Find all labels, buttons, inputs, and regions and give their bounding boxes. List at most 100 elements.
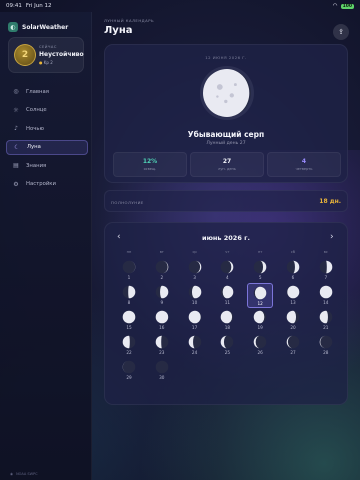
now-kp-line: ● Kp 2 bbox=[39, 60, 53, 65]
calendar-day[interactable]: 7 bbox=[313, 258, 339, 283]
calendar-day[interactable]: 2 bbox=[149, 258, 175, 283]
calendar-day[interactable]: 5 bbox=[247, 258, 273, 283]
calendar-day-number: 26 bbox=[257, 350, 263, 355]
calendar-day[interactable]: 24 bbox=[182, 333, 208, 358]
calendar-day[interactable]: 13 bbox=[280, 283, 306, 308]
moon-phase-icon bbox=[253, 335, 267, 349]
calendar-day[interactable]: 10 bbox=[182, 283, 208, 308]
calendar-day[interactable]: 21 bbox=[313, 308, 339, 333]
sidebar-item-5[interactable]: ⚙ Настройки bbox=[6, 177, 88, 192]
calendar-day[interactable]: 4 bbox=[214, 258, 240, 283]
calendar-day[interactable]: 8 bbox=[116, 283, 142, 308]
sidebar-item-1[interactable]: ☼ Солнце bbox=[6, 103, 88, 118]
calendar-day[interactable]: 11 bbox=[214, 283, 240, 308]
app-logo-icon: ◐ bbox=[8, 22, 18, 32]
moon-phase-icon bbox=[221, 285, 234, 299]
sidebar-footer: ◉ NOAA SWPC bbox=[10, 472, 38, 476]
calendar-day[interactable]: 1 bbox=[116, 258, 142, 283]
next-month-button[interactable]: › bbox=[330, 232, 334, 242]
moon-stats: 12% освещ. 27 лун. день 4 четверть bbox=[113, 152, 341, 177]
calendar-day-number: 21 bbox=[323, 325, 329, 330]
calendar-day[interactable]: 22 bbox=[116, 333, 142, 358]
sidebar: ◐ SolarWeather 2 СЕЙЧАС Неустойчиво ● Kp… bbox=[0, 12, 92, 480]
moon-phase-icon bbox=[155, 335, 169, 349]
moon-phase-icon bbox=[221, 310, 234, 324]
kp-dot-icon: ● bbox=[39, 60, 43, 65]
weekday-label: ср bbox=[192, 250, 197, 254]
calendar-day-number: 4 bbox=[226, 275, 229, 280]
calendar-day-number: 18 bbox=[224, 325, 231, 330]
calendar-day[interactable]: 18 bbox=[214, 308, 240, 333]
calendar-day[interactable]: 25 bbox=[214, 333, 240, 358]
calendar-day[interactable]: 16 bbox=[149, 308, 175, 333]
moon-icon: ☾ bbox=[14, 143, 20, 151]
moon-stat-label: освещ. bbox=[143, 167, 157, 171]
sidebar-item-label: Главная bbox=[26, 88, 49, 95]
moon-phase-icon bbox=[286, 260, 300, 274]
calendar-day[interactable]: 17 bbox=[182, 308, 208, 333]
current-conditions-card[interactable]: 2 СЕЙЧАС Неустойчиво ● Kp 2 bbox=[8, 37, 84, 73]
book-icon: ▤ bbox=[13, 162, 19, 169]
calendar-day[interactable]: 14 bbox=[313, 283, 339, 308]
moon-phase-icon bbox=[155, 310, 169, 324]
now-kp-text: Kp 2 bbox=[43, 60, 53, 65]
calendar-day[interactable]: 3 bbox=[182, 258, 208, 283]
share-button[interactable]: ⇪ bbox=[333, 24, 349, 40]
calendar-day[interactable]: 6 bbox=[280, 258, 306, 283]
moon-phase-icon bbox=[253, 310, 267, 324]
bell-icon: ♪ bbox=[14, 125, 18, 132]
sidebar-item-label: Знания bbox=[26, 162, 47, 169]
calendar-day-number: 17 bbox=[191, 325, 198, 330]
calendar-day-number: 15 bbox=[126, 325, 132, 330]
calendar-day-number: 10 bbox=[191, 300, 198, 305]
moon-phase-icon bbox=[319, 260, 333, 274]
moon-stat: 27 лун. день bbox=[190, 152, 264, 177]
calendar-day[interactable]: 23 bbox=[149, 333, 175, 358]
calendar-day[interactable]: 26 bbox=[247, 333, 273, 358]
calendar-day-number: 6 bbox=[291, 275, 295, 280]
calendar-day-number: 29 bbox=[126, 375, 132, 380]
moon-phase-icon bbox=[122, 310, 136, 324]
calendar-day[interactable]: 27 bbox=[280, 333, 306, 358]
calendar-day[interactable]: 28 bbox=[313, 333, 339, 358]
moon-phase-icon bbox=[319, 310, 333, 324]
moon-phase-icon bbox=[122, 260, 136, 274]
moon-stat: 12% освещ. bbox=[113, 152, 187, 177]
full-moon-countdown: ПОЛНОЛУНИЕ 18 дн. bbox=[104, 190, 348, 212]
lunar-day-label: Лунный день 27 bbox=[206, 141, 246, 146]
moon-phase-icon bbox=[122, 335, 136, 349]
moon-calendar: ‹ июнь 2026 г. › пн вт ср чт пт сб вс 1 2 3 4 5 6 7 8 9… bbox=[104, 222, 348, 405]
sidebar-item-3[interactable]: ☾ Луна bbox=[6, 139, 88, 155]
page-caption: ЛУННЫЙ КАЛЕНДАРЬ bbox=[104, 18, 155, 23]
calendar-day[interactable]: 12 bbox=[247, 283, 274, 308]
moon-phase-icon bbox=[155, 260, 169, 274]
calendar-day-number: 20 bbox=[290, 325, 296, 330]
moon-phase-icon bbox=[286, 285, 300, 299]
calendar-day[interactable]: 9 bbox=[149, 283, 175, 308]
calendar-day[interactable]: 20 bbox=[280, 308, 306, 333]
sidebar-item-0[interactable]: ◎ Главная bbox=[6, 84, 88, 99]
calendar-day-number: 19 bbox=[257, 325, 263, 330]
sidebar-item-4[interactable]: ▤ Знания bbox=[6, 158, 88, 173]
sun-icon: ☼ bbox=[13, 106, 19, 114]
calendar-day-number: 2 bbox=[160, 275, 164, 280]
moon-phase-icon bbox=[253, 286, 267, 300]
moon-stat: 4 четверть bbox=[267, 152, 341, 177]
sidebar-item-label: Солнце bbox=[26, 107, 47, 113]
calendar-day[interactable]: 29 bbox=[116, 358, 142, 383]
moon-stat-label: лун. день bbox=[218, 167, 236, 171]
home-icon: ◎ bbox=[13, 88, 19, 95]
weekday-label: сб bbox=[290, 250, 296, 254]
sidebar-item-2[interactable]: ♪ Ночью bbox=[6, 121, 88, 136]
calendar-day-number: 12 bbox=[257, 301, 263, 306]
data-source-label: NOAA SWPC bbox=[16, 472, 38, 476]
weekday-label: пт bbox=[257, 250, 263, 254]
hero-date: 12 ИЮНЯ 2026 Г. bbox=[205, 55, 247, 60]
moon-stat-value: 4 bbox=[301, 158, 307, 165]
calendar-day[interactable]: 15 bbox=[116, 308, 142, 333]
calendar-day[interactable]: 19 bbox=[247, 308, 273, 333]
moon-phase-icon bbox=[221, 335, 234, 349]
weekday-label: чт bbox=[225, 250, 230, 254]
app-name: SolarWeather bbox=[22, 23, 69, 31]
calendar-day[interactable]: 30 bbox=[149, 358, 175, 383]
